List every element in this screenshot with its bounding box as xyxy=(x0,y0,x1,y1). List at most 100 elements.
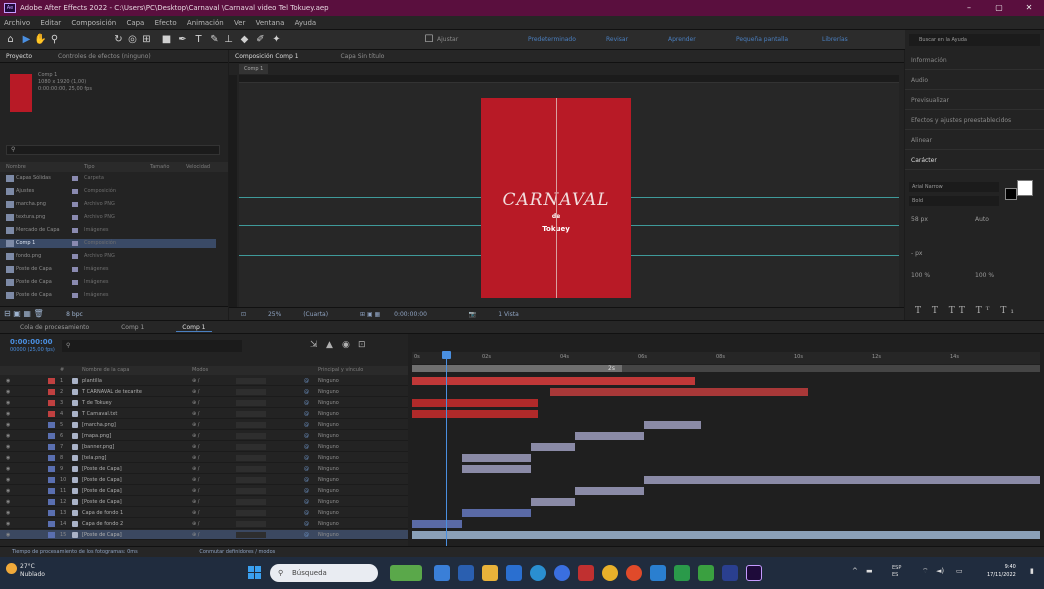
menu-ayuda[interactable]: Ayuda xyxy=(295,19,317,27)
layer-parent[interactable]: Ninguno xyxy=(318,486,339,496)
column-layer-name[interactable]: Nombre de la capa xyxy=(82,366,129,375)
tray-app-icon[interactable]: ▬ xyxy=(866,567,873,575)
layer-switches[interactable]: ⊕ / xyxy=(192,387,199,397)
project-item[interactable]: Ajustes Composición xyxy=(0,187,216,196)
column-tamano[interactable]: Tamaño xyxy=(150,162,169,172)
layer-switches[interactable]: ⊕ / xyxy=(192,431,199,441)
layer-parent[interactable]: Ninguno xyxy=(318,530,339,540)
interpret-footage-icon[interactable]: ⊟ xyxy=(4,309,11,318)
tab-proyecto[interactable]: Proyecto xyxy=(6,53,32,60)
panel-alinear[interactable]: Alinear xyxy=(905,132,1044,150)
tab-comp-1-active[interactable]: Comp 1 xyxy=(176,324,212,332)
project-item[interactable]: Capas Sólidas Carpeta xyxy=(0,174,216,183)
workspace-predeterminado[interactable]: Predeterminado xyxy=(528,36,576,43)
layer-label-color-icon[interactable] xyxy=(48,466,55,472)
layer-parent[interactable]: Ninguno xyxy=(318,376,339,386)
layer-label-color-icon[interactable] xyxy=(48,455,55,461)
visibility-eye-icon[interactable]: ◉ xyxy=(6,497,10,507)
pickwhip-icon[interactable]: @ xyxy=(304,475,309,485)
notification-icon[interactable]: ▮ xyxy=(1030,567,1034,575)
layer-parent[interactable]: Ninguno xyxy=(318,497,339,507)
visibility-eye-icon[interactable]: ◉ xyxy=(6,420,10,430)
brush-tool-icon[interactable]: ✎ xyxy=(208,33,221,46)
layer-label-color-icon[interactable] xyxy=(48,499,55,505)
layer-name[interactable]: [marcha.png] xyxy=(82,420,116,430)
layer-switches[interactable]: ⊕ / xyxy=(192,530,199,540)
visibility-eye-icon[interactable]: ◉ xyxy=(6,530,10,540)
mode-dropdown[interactable] xyxy=(236,455,266,461)
layer-name[interactable]: T Carnaval.txt xyxy=(82,409,117,419)
layer-parent[interactable]: Ninguno xyxy=(318,409,339,419)
menu-composicion[interactable]: Composición xyxy=(71,19,116,27)
layer-parent[interactable]: Ninguno xyxy=(318,420,339,430)
layer-name[interactable]: Capa de fondo 2 xyxy=(82,519,123,529)
menu-archivo[interactable]: Archivo xyxy=(4,19,30,27)
comp-subtab[interactable]: Comp 1 xyxy=(239,64,269,74)
layer-switches[interactable]: ⊕ / xyxy=(192,486,199,496)
column-tipo[interactable]: Tipo xyxy=(84,162,95,172)
menu-efecto[interactable]: Efecto xyxy=(155,19,177,27)
menu-ventana[interactable]: Ventana xyxy=(256,19,285,27)
tab-composicion[interactable]: Composición Comp 1 xyxy=(235,53,299,60)
label-color-icon[interactable] xyxy=(72,176,78,181)
pickwhip-icon[interactable]: @ xyxy=(304,420,309,430)
panel-previsualizar[interactable]: Previsualizar xyxy=(905,92,1044,110)
layer-row[interactable]: ◉ 15 [Poste de Capa] ⊕ / @ Ninguno xyxy=(0,530,408,540)
pickwhip-icon[interactable]: @ xyxy=(304,486,309,496)
mode-dropdown[interactable] xyxy=(236,411,266,417)
layer-name[interactable]: [Poste de Capa] xyxy=(82,464,122,474)
layer-name[interactable]: Capa de fondo 1 xyxy=(82,508,123,518)
project-item[interactable]: Poste de Capa Imágenes xyxy=(0,265,216,274)
taskbar-search-input[interactable]: ⚲ Búsqueda xyxy=(270,564,378,582)
app-icon[interactable] xyxy=(434,565,450,581)
layer-name[interactable]: T CARNAVAL de tecarite xyxy=(82,387,142,397)
visibility-eye-icon[interactable]: ◉ xyxy=(6,376,10,386)
label-color-icon[interactable] xyxy=(72,267,78,272)
work-area-range[interactable] xyxy=(412,365,622,372)
label-color-icon[interactable] xyxy=(72,280,78,285)
visibility-eye-icon[interactable]: ◉ xyxy=(6,387,10,397)
workspace-aprender[interactable]: Aprender xyxy=(668,36,696,43)
menu-ver[interactable]: Ver xyxy=(234,19,245,27)
file-explorer-icon[interactable] xyxy=(482,565,498,581)
clone-stamp-tool-icon[interactable]: ⊥ xyxy=(222,33,235,46)
toggle-switches-modes[interactable]: Conmutar definidores / modos xyxy=(199,549,275,555)
project-item[interactable]: Mercado de Capa Imágenes xyxy=(0,226,216,235)
mode-dropdown[interactable] xyxy=(236,521,266,527)
stroke-width-field[interactable]: - px xyxy=(911,250,922,257)
label-color-icon[interactable] xyxy=(72,189,78,194)
zoom-tool-icon[interactable]: ⚲ xyxy=(48,33,61,46)
maximize-button[interactable]: ▢ xyxy=(984,0,1014,16)
pickwhip-icon[interactable]: @ xyxy=(304,497,309,507)
layer-label-color-icon[interactable] xyxy=(48,444,55,450)
mode-dropdown[interactable] xyxy=(236,466,266,472)
pickwhip-icon[interactable]: @ xyxy=(304,409,309,419)
app-icon[interactable] xyxy=(722,565,738,581)
layer-name[interactable]: [tela.png] xyxy=(82,453,107,463)
pickwhip-icon[interactable]: @ xyxy=(304,442,309,452)
resolution-dropdown[interactable]: (Cuarta) xyxy=(303,311,328,318)
visibility-eye-icon[interactable]: ◉ xyxy=(6,431,10,441)
label-color-icon[interactable] xyxy=(72,215,78,220)
edge-icon[interactable] xyxy=(530,565,546,581)
network-icon[interactable]: ⌔ xyxy=(922,567,929,576)
visibility-eye-icon[interactable]: ◉ xyxy=(6,475,10,485)
preview-toggle-icon[interactable]: ⊡ xyxy=(241,311,246,318)
visibility-eye-icon[interactable]: ◉ xyxy=(6,508,10,518)
language-indicator[interactable]: ESP ES xyxy=(892,565,901,579)
layer-name[interactable]: [Poste de Capa] xyxy=(82,530,122,540)
label-color-icon[interactable] xyxy=(72,228,78,233)
layer-parent[interactable]: Ninguno xyxy=(318,453,339,463)
layer-duration-bar[interactable] xyxy=(462,509,532,517)
layer-duration-bar[interactable] xyxy=(531,443,576,451)
mode-dropdown[interactable] xyxy=(236,400,266,406)
tab-comp-1-a[interactable]: Comp 1 xyxy=(121,324,144,331)
rotate-tool-icon[interactable]: ↻ xyxy=(112,33,125,46)
project-item[interactable]: fondo.png Archivo PNG xyxy=(0,252,216,261)
layer-duration-bar[interactable] xyxy=(412,399,538,407)
project-item[interactable]: Poste de Capa Imágenes xyxy=(0,278,216,287)
views-dropdown[interactable]: 1 Vista xyxy=(498,311,519,318)
menu-editar[interactable]: Editar xyxy=(40,19,61,27)
workspace-revisar[interactable]: Revisar xyxy=(606,36,628,43)
hand-tool-icon[interactable]: ✋ xyxy=(34,33,47,46)
